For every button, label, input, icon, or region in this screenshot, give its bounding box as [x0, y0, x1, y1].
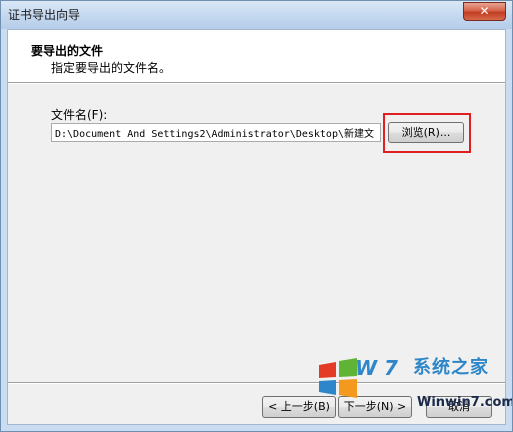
window-title: 证书导出向导 [8, 8, 81, 22]
certificate-export-wizard-window: 证书导出向导 ✕ 要导出的文件 指定要导出的文件名。 文件名(F): 浏览(R)… [0, 0, 513, 432]
title-bar[interactable]: 证书导出向导 ✕ [1, 1, 512, 29]
next-button[interactable]: 下一步(N) > [338, 396, 412, 418]
cancel-button[interactable]: 取消 [426, 396, 492, 418]
highlight-box [383, 113, 471, 153]
wizard-header: 要导出的文件 指定要导出的文件名。 [8, 30, 505, 82]
header-divider [8, 82, 505, 84]
page-title: 要导出的文件 [31, 44, 104, 58]
back-button[interactable]: < 上一步(B) [262, 396, 336, 418]
page-subtitle: 指定要导出的文件名。 [51, 61, 172, 75]
close-button[interactable]: ✕ [463, 2, 506, 21]
wizard-client-area: 要导出的文件 指定要导出的文件名。 文件名(F): 浏览(R)... < 上一步… [7, 29, 506, 425]
file-name-label: 文件名(F): [51, 108, 108, 122]
footer-divider [8, 382, 505, 384]
file-name-input[interactable] [51, 123, 381, 142]
